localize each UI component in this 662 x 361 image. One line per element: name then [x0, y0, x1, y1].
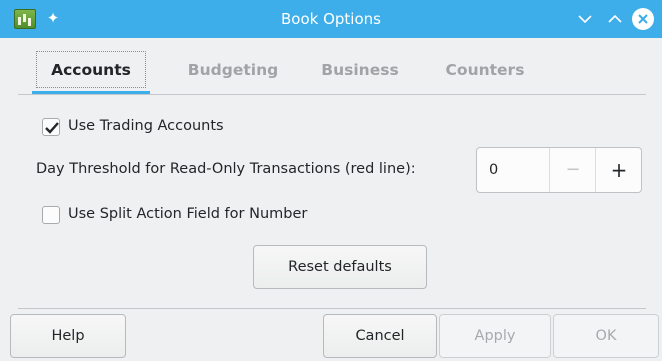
use-split-action-label[interactable]: Use Split Action Field for Number — [68, 206, 307, 222]
ok-button[interactable]: OK — [553, 314, 659, 358]
day-threshold-label: Day Threshold for Read-Only Transactions… — [36, 161, 416, 177]
day-threshold-value[interactable]: 0 — [489, 148, 498, 192]
increment-button[interactable]: + — [595, 148, 642, 192]
window-title: Book Options — [281, 10, 381, 28]
use-split-action-checkbox[interactable] — [42, 206, 60, 224]
reset-defaults-button[interactable]: Reset defaults — [253, 245, 427, 289]
tab-accounts[interactable]: Accounts — [32, 46, 150, 94]
tab-focus-ring — [36, 51, 146, 88]
maximize-icon[interactable] — [605, 9, 625, 29]
divider — [18, 308, 646, 309]
tab-bar: Accounts Budgeting Business Counters — [18, 46, 648, 94]
tab-counters[interactable]: Counters — [435, 46, 535, 94]
close-icon[interactable] — [632, 8, 654, 30]
minimize-icon[interactable] — [575, 9, 595, 29]
use-trading-accounts-checkbox[interactable] — [42, 118, 60, 136]
day-threshold-spinbox[interactable]: 0 − + — [476, 147, 642, 193]
tab-budgeting[interactable]: Budgeting — [178, 46, 288, 94]
use-trading-accounts-label[interactable]: Use Trading Accounts — [68, 118, 224, 134]
title-bar: ✦ Book Options — [0, 0, 662, 38]
tab-business[interactable]: Business — [312, 46, 408, 94]
apply-button[interactable]: Apply — [439, 314, 551, 358]
help-button[interactable]: Help — [10, 314, 126, 358]
decrement-button[interactable]: − — [549, 148, 596, 192]
cancel-button[interactable]: Cancel — [323, 314, 437, 358]
